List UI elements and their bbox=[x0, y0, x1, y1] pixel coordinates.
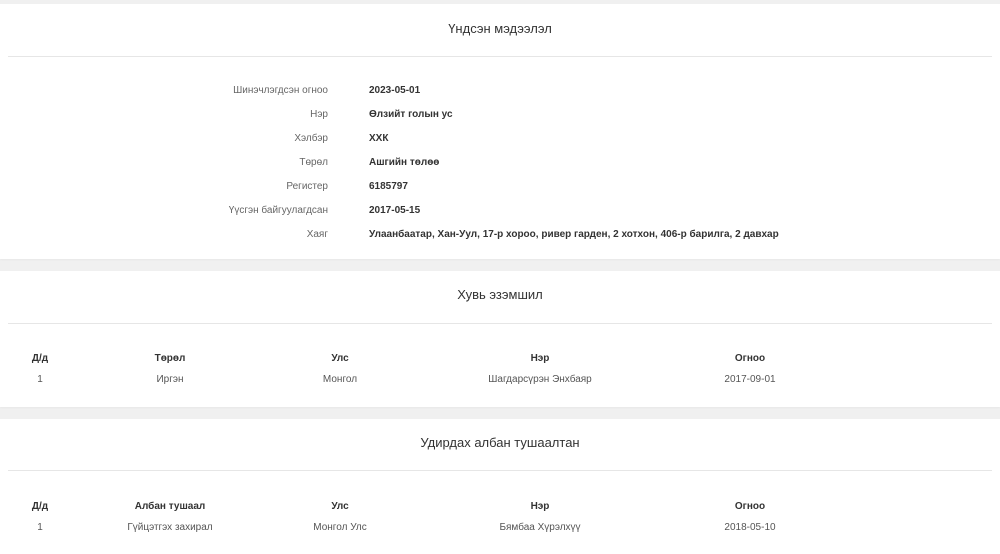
cell-position: Гүйцэтгэх захирал bbox=[127, 522, 213, 533]
management-title: Удирдах албан тушаалтан bbox=[420, 435, 580, 450]
cell-date: 2017-09-01 bbox=[724, 374, 776, 385]
header-cell-date: Огноо bbox=[734, 501, 766, 512]
header-cell-index: Д/д bbox=[31, 353, 49, 364]
cell-index: 1 bbox=[37, 374, 43, 385]
info-label: Хаяг bbox=[306, 229, 328, 240]
ownership-divider bbox=[8, 323, 992, 324]
info-value: 2023-05-01 bbox=[369, 85, 421, 96]
header-cell-type: Төрөл bbox=[154, 353, 186, 364]
management-card: Удирдах албан тушаалтан Д/д Албан тушаал… bbox=[0, 419, 1000, 554]
header-cell-index: Д/д bbox=[31, 501, 49, 512]
header-cell-country: Улс bbox=[331, 353, 349, 364]
cell-type: Иргэн bbox=[156, 374, 184, 385]
info-row-established: Үүсгэн байгуулагдсан 2017-05-15 bbox=[0, 202, 1000, 220]
info-label: Үүсгэн байгуулагдсан bbox=[228, 205, 328, 216]
basic-info-divider bbox=[8, 56, 992, 57]
info-label: Регистер bbox=[286, 181, 328, 192]
info-value: Улаанбаатар, Хан-Уул, 17-р хороо, ривер … bbox=[369, 229, 779, 240]
header-cell-country: Улс bbox=[331, 501, 349, 512]
table-header: Д/д Төрөл Улс Нэр Огноо bbox=[0, 351, 1000, 367]
cell-country: Монгол bbox=[322, 374, 358, 385]
info-value: 2017-05-15 bbox=[369, 205, 421, 216]
basic-info-card: Үндсэн мэдээлэл Шинэчлэгдсэн огноо 2023-… bbox=[0, 4, 1000, 259]
management-divider bbox=[8, 470, 992, 471]
info-row-updated-date: Шинэчлэгдсэн огноо 2023-05-01 bbox=[0, 82, 1000, 100]
header-cell-name: Нэр bbox=[530, 353, 550, 364]
info-label: Нэр bbox=[310, 109, 328, 120]
info-row-type: Төрөл Ашгийн төлөө bbox=[0, 154, 1000, 172]
table-row: 1 Иргэн Монгол Шагдарсүрэн Энхбаяр 2017-… bbox=[0, 372, 1000, 388]
info-value: ХХК bbox=[369, 133, 389, 144]
table-row: 1 Гүйцэтгэх захирал Монгол Улс Бямбаа Хү… bbox=[0, 520, 1000, 536]
header-cell-name: Нэр bbox=[530, 501, 550, 512]
info-value: Ашгийн төлөө bbox=[369, 157, 440, 168]
info-label: Төрөл bbox=[299, 157, 328, 168]
ownership-title: Хувь эзэмшил bbox=[457, 287, 543, 302]
info-row-address: Хаяг Улаанбаатар, Хан-Уул, 17-р хороо, р… bbox=[0, 226, 1000, 244]
cell-country: Монгол Улс bbox=[313, 522, 367, 533]
info-row-register: Регистер 6185797 bbox=[0, 178, 1000, 196]
table-header: Д/д Албан тушаал Улс Нэр Огноо bbox=[0, 499, 1000, 515]
info-value: Өлзийт голын ус bbox=[369, 109, 453, 120]
basic-info-title: Үндсэн мэдээлэл bbox=[448, 21, 552, 36]
ownership-card: Хувь эзэмшил Д/д Төрөл Улс Нэр Огноо 1 И… bbox=[0, 271, 1000, 407]
header-cell-date: Огноо bbox=[734, 353, 766, 364]
info-label: Хэлбэр bbox=[294, 133, 328, 144]
info-row-form: Хэлбэр ХХК bbox=[0, 130, 1000, 148]
header-cell-position: Албан тушаал bbox=[134, 501, 206, 512]
info-row-name: Нэр Өлзийт голын ус bbox=[0, 106, 1000, 124]
cell-date: 2018-05-10 bbox=[724, 522, 776, 533]
cell-index: 1 bbox=[37, 522, 43, 533]
info-value: 6185797 bbox=[369, 181, 408, 192]
info-label: Шинэчлэгдсэн огноо bbox=[233, 85, 328, 96]
cell-name: Шагдарсүрэн Энхбаяр bbox=[488, 374, 592, 385]
cell-name: Бямбаа Хүрэлхүү bbox=[499, 522, 581, 533]
